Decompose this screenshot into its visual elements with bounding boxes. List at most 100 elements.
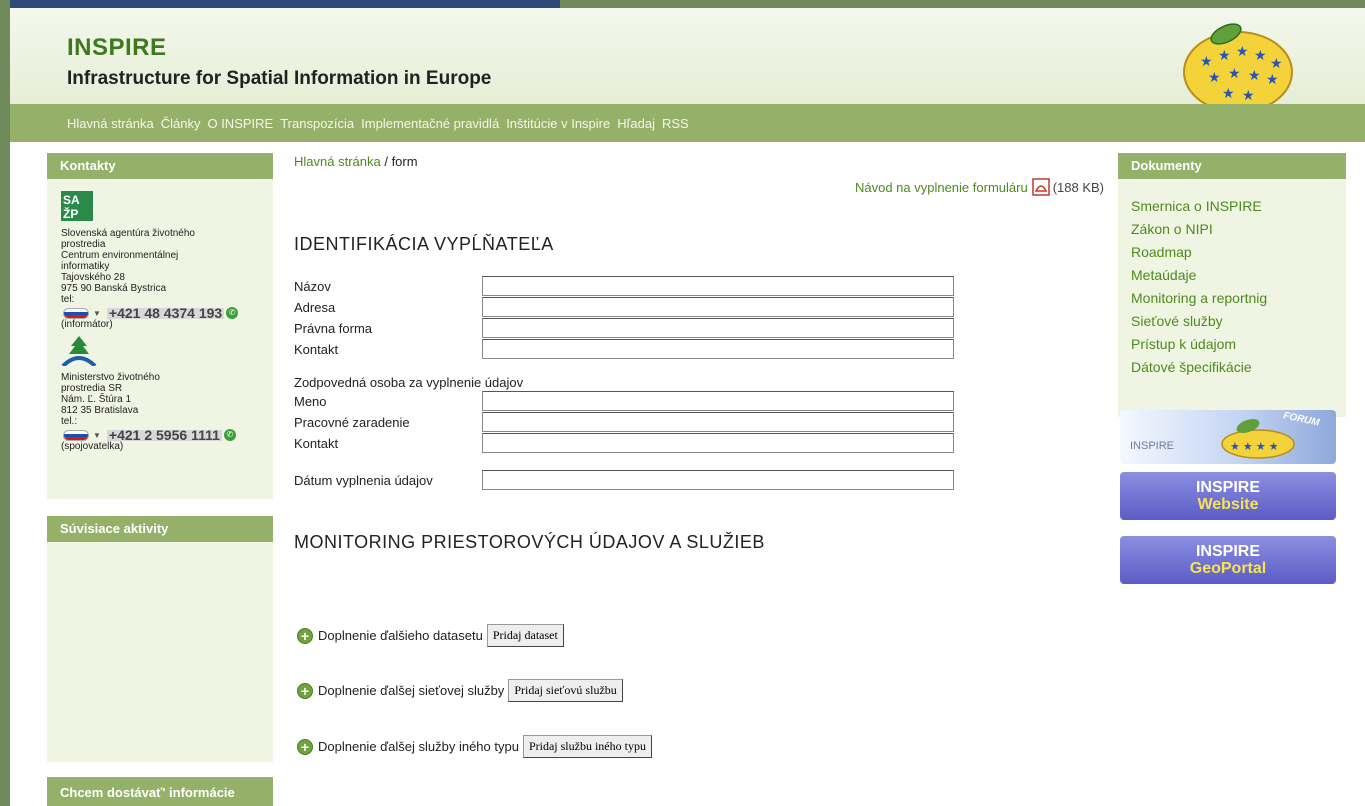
instructions-file-size: (188 KB) [1052,179,1104,195]
breadcrumb-home[interactable]: Hlavná stránka [294,154,381,169]
documents-body: Smernica o INSPIRE Zákon o NIPI Roadmap … [1118,179,1346,417]
pdf-icon[interactable] [1031,178,1050,196]
breadcrumb: Hlavná stránka / form [294,154,1104,169]
position-label: Pracovné zaradenie [294,414,410,430]
identification-heading: IDENTIFIKÁCIA VYPĹŇATEĽA [294,234,554,254]
nav-search[interactable]: Hľadaj [617,116,655,131]
doc-link-roadmap[interactable]: Roadmap [1131,241,1333,264]
date-label: Dátum vyplnenia údajov [294,472,433,488]
form-row-position: Pracovné zaradenie [294,412,954,432]
inspire-geoportal-banner[interactable]: INSPIRE GeoPortal [1120,536,1336,584]
org1-phone[interactable]: ▼ +421 48 4374 193 ✆ [61,306,259,320]
site-title[interactable]: INSPIRE [67,34,167,62]
instructions-link[interactable]: Návod na vyplnenie formuláru [855,180,1028,195]
legal-form-input[interactable] [482,318,954,338]
svg-text:★: ★ [1266,71,1279,87]
doc-link-network-services[interactable]: Sieťové služby [1131,310,1333,333]
call-icon[interactable]: ✆ [226,307,239,319]
add-network-service-button[interactable]: Pridaj sieťovú službu [508,679,623,702]
form-row-person-name: Meno [294,391,954,411]
add-network-service-row: + Doplnenie ďalšej sieťovej služby Prida… [297,679,623,702]
top-strip [0,0,1365,8]
doc-link-law[interactable]: Zákon o NIPI [1131,218,1333,241]
date-input[interactable] [482,470,954,490]
svg-text:★: ★ [1236,43,1249,59]
inspire-forum-banner[interactable]: INSPIRE FORUM ★ ★ ★ ★ [1120,410,1336,464]
org1-line: Tajovského 28 [61,272,125,283]
related-activities-title: Súvisiace aktivity [47,516,273,542]
add-other-service-row: + Doplnenie ďalšej služby iného typu Pri… [297,735,652,758]
org2-line: 812 35 Bratislava [61,405,139,416]
org1-line: Slovenská agentúra životného [61,228,195,239]
form-row-address: Adresa [294,297,954,317]
website-banner-line1: INSPIRE [1195,479,1260,496]
svg-text:★: ★ [1254,47,1267,63]
org2-phone[interactable]: ▼ +421 2 5956 1111 ✆ [61,428,259,442]
person-contact-input[interactable] [482,433,954,453]
org2-line: prostredia SR [61,383,123,394]
nav-about[interactable]: O INSPIRE [207,116,273,131]
breadcrumb-separator: / [380,154,392,169]
site-subtitle: Infrastructure for Spatial Information i… [67,68,492,89]
org2-line: tel.: [61,416,78,427]
form-row-person-contact: Kontakt [294,433,954,453]
monitoring-heading: MONITORING PRIESTOROVÝCH ÚDAJOV A SLUŽIE… [294,532,765,552]
add-other-service-button[interactable]: Pridaj službu iného typu [522,735,652,758]
doc-link-data-access[interactable]: Prístup k údajom [1131,333,1333,356]
org1-line: prostredia [61,239,106,250]
related-activities-body [47,542,273,762]
form-row-date: Dátum vyplnenia údajov [294,470,954,490]
inspire-website-banner[interactable]: INSPIRE Website [1120,472,1336,520]
newsletter-box: Chcem dostávať' informácie [47,777,273,806]
svg-text:★: ★ [1218,47,1231,63]
related-activities-box: Súvisiace aktivity [47,516,273,762]
org1-note: (informátor) [61,319,113,330]
org2-line: Nám. Ľ. Štúra 1 [61,394,132,405]
documents-box: Dokumenty Smernica o INSPIRE Zákon o NIP… [1118,153,1346,417]
org1-line: Centrum environmentálnej [61,250,179,261]
doc-link-directive[interactable]: Smernica o INSPIRE [1131,195,1333,218]
website-banner-line2: Website [1197,496,1259,513]
ministry-logo-icon [61,336,97,368]
nav-rss[interactable]: RSS [662,116,689,131]
contacts-body: SA ŽP Slovenská agentúra životného prost… [47,179,273,499]
responsible-person-label: Zodpovedná osoba za vyplnenie údajov [294,375,524,390]
contact-input[interactable] [482,339,954,359]
nav-institutions[interactable]: Inštitúcie v Inspire [506,116,610,131]
svg-text:★: ★ [1200,53,1213,69]
contacts-box: Kontakty SA ŽP Slovenská agentúra životn… [47,153,273,499]
person-name-input[interactable] [482,391,954,411]
contacts-title: Kontakty [47,153,273,179]
add-dataset-button[interactable]: Pridaj dataset [486,624,564,647]
documents-title: Dokumenty [1118,153,1346,179]
svg-text:★ ★ ★ ★: ★ ★ ★ ★ [1230,441,1279,453]
inspire-globe-logo-icon[interactable]: ★ ★ ★ ★ ★★ ★ ★ ★★ ★ [1178,22,1294,112]
call-icon[interactable]: ✆ [223,429,236,441]
svg-text:★: ★ [1208,69,1221,85]
main-nav: Hlavná stránka Články O INSPIRE Transpoz… [10,104,1365,142]
name-input[interactable] [482,276,954,296]
nav-articles[interactable]: Články [161,116,201,131]
nav-transposition[interactable]: Transpozícia [280,116,354,131]
nav-home[interactable]: Hlavná stránka [67,116,154,131]
add-dataset-row: + Doplnenie ďalšieho datasetu Pridaj dat… [297,624,564,647]
name-label: Názov [294,278,331,294]
org2-phone-number[interactable]: +421 2 5956 1111 [106,428,222,442]
add-network-service-text: Doplnenie ďalšej sieťovej služby [318,683,505,698]
site-header: INSPIRE Infrastructure for Spatial Infor… [10,8,1365,112]
instructions-link-row: Návod na vyplnenie formuláru (188 KB) [855,178,1104,196]
svg-text:★: ★ [1222,85,1235,101]
address-input[interactable] [482,297,954,317]
doc-link-monitoring[interactable]: Monitoring a reportnig [1131,287,1333,310]
contact-label: Kontakt [294,341,339,357]
add-dataset-text: Doplnenie ďalšieho datasetu [318,628,483,643]
slovak-flag-icon [63,429,89,441]
position-input[interactable] [482,412,954,432]
org1-line: tel: [61,294,75,305]
forum-banner-label: INSPIRE [1130,440,1175,452]
doc-link-data-specs[interactable]: Dátové špecifikácie [1131,356,1333,379]
org1-phone-number[interactable]: +421 48 4374 193 [106,306,225,320]
add-circle-icon: + [297,738,313,755]
doc-link-metadata[interactable]: Metaúdaje [1131,264,1333,287]
nav-implementing-rules[interactable]: Implementačné pravidlá [361,116,499,131]
